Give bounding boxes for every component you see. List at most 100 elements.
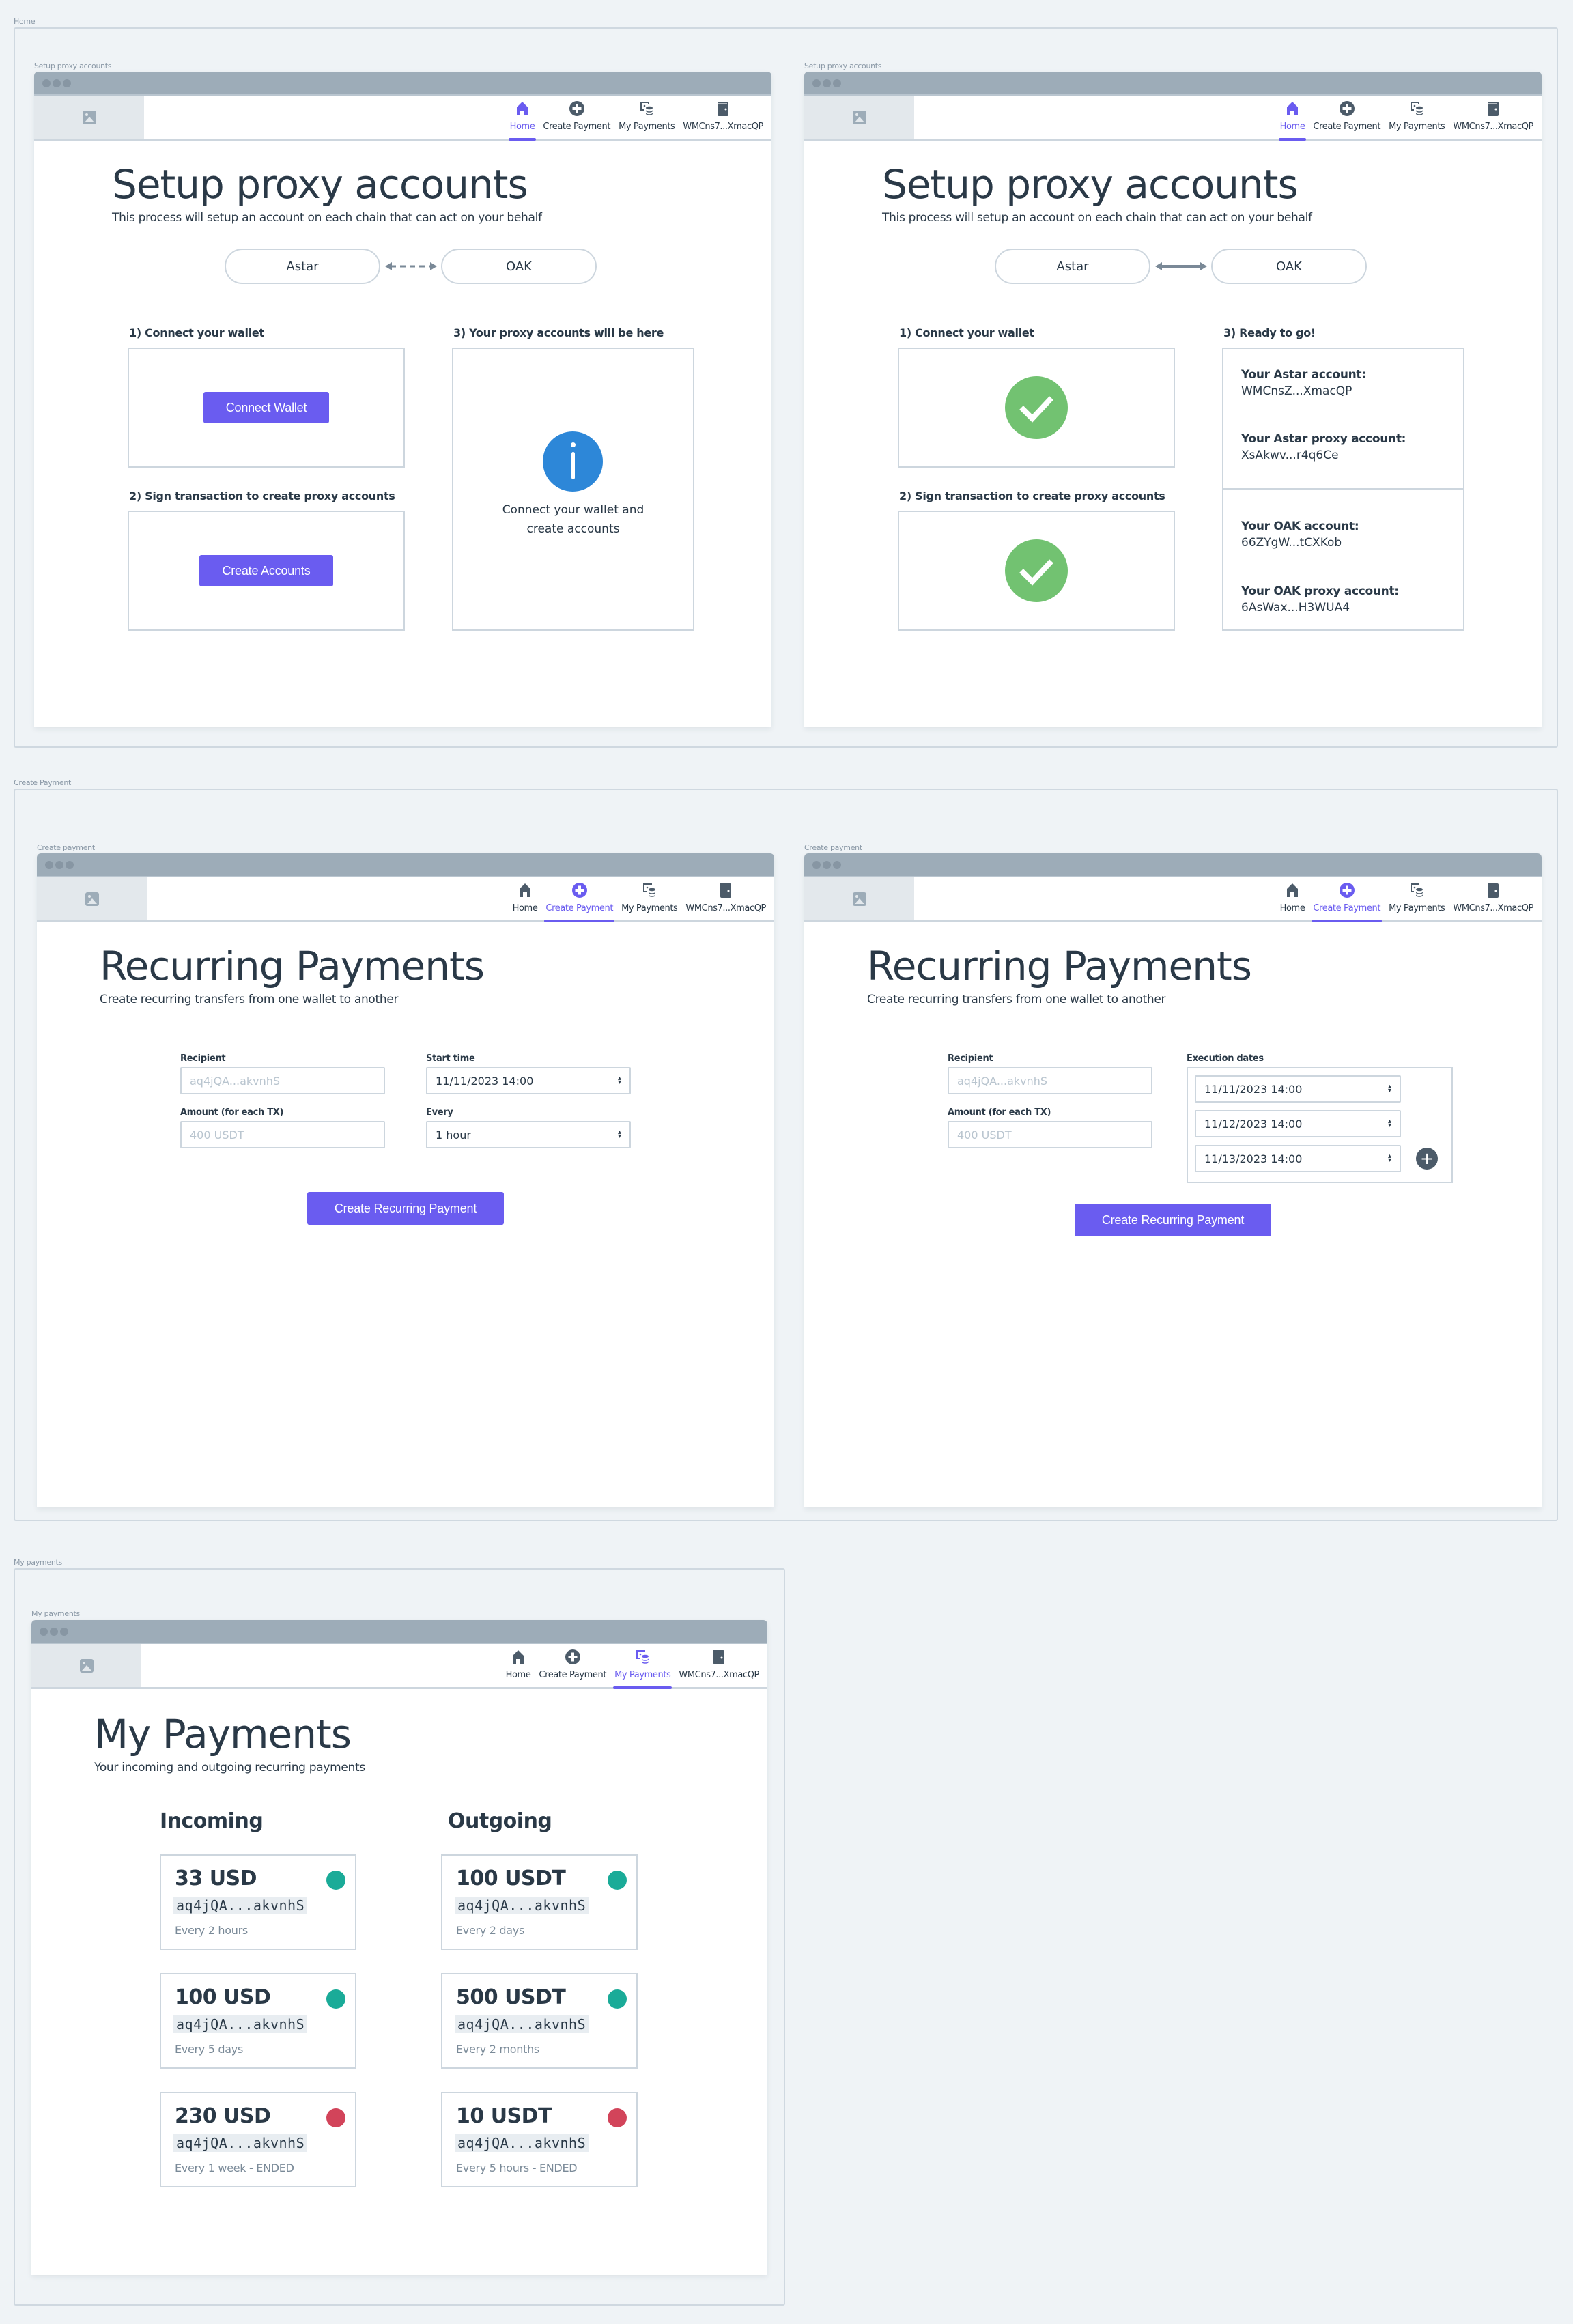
- logo[interactable]: [37, 877, 147, 920]
- payment-card[interactable]: 100 USD aq4jQA...akvnhS Every 5 days: [160, 1973, 356, 2069]
- logo[interactable]: [31, 1644, 141, 1687]
- nav-create-payment[interactable]: Create Payment: [535, 1642, 610, 1687]
- amount-label: Amount (for each TX): [180, 1107, 284, 1118]
- status-dot-icon: [326, 1871, 345, 1890]
- image-placeholder-icon: [82, 110, 96, 124]
- home-icon: [516, 881, 534, 899]
- payment-address: aq4jQA...akvnhS: [173, 2134, 308, 2152]
- execution-date-select[interactable]: 11/13/2023 14:00 ▴ ▾: [1195, 1145, 1401, 1172]
- nav-create-payment[interactable]: Create Payment: [1309, 94, 1385, 139]
- payment-card[interactable]: 500 USDT aq4jQA...akvnhS Every 2 months: [441, 1973, 638, 2069]
- connect-wallet-button[interactable]: Connect Wallet: [203, 392, 329, 423]
- amount-label: Amount (for each TX): [948, 1107, 1051, 1118]
- nav-wallet-label: WMCns7...XmacQP: [683, 122, 763, 132]
- updown-arrows-icon: ▴ ▾: [617, 1129, 621, 1140]
- create-recurring-payment-button[interactable]: Create Recurring Payment: [307, 1192, 504, 1225]
- account-value: 6AsWax...H3WUA4: [1241, 601, 1350, 614]
- logo[interactable]: [804, 96, 914, 139]
- window-dot: [50, 1627, 58, 1636]
- nav-wallet[interactable]: WMCns7...XmacQP: [679, 94, 767, 139]
- nav-home[interactable]: Home: [1276, 94, 1309, 141]
- payment-card[interactable]: 10 USDT aq4jQA...akvnhS Every 5 hours - EN…: [441, 2092, 638, 2187]
- window-dot: [42, 79, 51, 87]
- nav-create-payment[interactable]: Create Payment: [541, 875, 617, 922]
- nav-my-payments[interactable]: My Payments: [1385, 875, 1449, 920]
- wallet-icon: [717, 881, 735, 899]
- logo[interactable]: [804, 877, 914, 920]
- frame-label-home: Home: [14, 17, 36, 26]
- updown-arrows-icon: ▴ ▾: [1387, 1152, 1391, 1164]
- nav-home[interactable]: Home: [1276, 875, 1309, 920]
- updown-arrows-icon: ▴ ▾: [1387, 1118, 1391, 1129]
- payment-address: aq4jQA...akvnhS: [173, 1897, 308, 1914]
- account-label: Your Astar proxy account:: [1241, 432, 1406, 446]
- recipient-input[interactable]: [180, 1067, 385, 1094]
- nav-create-payment-label: Create Payment: [1313, 903, 1381, 913]
- nav-create-payment[interactable]: Create Payment: [1309, 875, 1385, 922]
- nav-my-payments[interactable]: My Payments: [617, 875, 681, 920]
- nav-create-payment[interactable]: Create Payment: [539, 94, 614, 139]
- execution-date-select[interactable]: 11/11/2023 14:00 ▴ ▾: [1195, 1075, 1401, 1103]
- account-entry: Your Astar account: WMCnsZ...XmacQP: [1241, 368, 1366, 398]
- nav-wallet-label: WMCns7...XmacQP: [679, 1670, 759, 1680]
- plus-circle-icon: [1338, 881, 1356, 899]
- nav-wallet[interactable]: WMCns7...XmacQP: [1449, 94, 1537, 139]
- window-dot: [66, 860, 74, 869]
- payment-amount: 500 USDT: [456, 1985, 566, 2009]
- step3-box: Connect your wallet and create accounts: [452, 348, 694, 631]
- nav-my-payments[interactable]: My Payments: [1385, 94, 1449, 139]
- create-recurring-payment-button[interactable]: Create Recurring Payment: [1075, 1204, 1271, 1236]
- step2-title: 2) Sign transaction to create proxy acco…: [899, 490, 1165, 502]
- amount-input[interactable]: [948, 1121, 1152, 1148]
- window-titlebar: [804, 853, 1542, 877]
- recipient-label: Recipient: [948, 1053, 993, 1064]
- payment-card[interactable]: 100 USDT aq4jQA...akvnhS Every 2 days: [441, 1854, 638, 1950]
- step3-title: 3) Your proxy accounts will be here: [453, 326, 664, 339]
- nav-home-label: Home: [505, 1670, 531, 1680]
- window-titlebar: [37, 853, 774, 877]
- window-titlebar: [34, 72, 771, 96]
- updown-arrows-icon: ▴ ▾: [617, 1075, 621, 1086]
- logo[interactable]: [34, 96, 144, 139]
- wallet-icon: [710, 1648, 728, 1666]
- accounts-box: Your Astar account: WMCnsZ...XmacQP Your…: [1222, 348, 1464, 631]
- execution-date-value: 11/12/2023 14:00: [1204, 1117, 1303, 1131]
- start-time-select[interactable]: 11/11/2023 14:00 ▴ ▾: [426, 1067, 631, 1094]
- create-accounts-button[interactable]: Create Accounts: [199, 555, 333, 586]
- nav-home[interactable]: Home: [502, 1642, 535, 1687]
- image-placeholder-icon: [85, 892, 99, 906]
- nav-wallet[interactable]: WMCns7...XmacQP: [1449, 875, 1537, 920]
- account-value: 66ZYgW...tCXKob: [1241, 536, 1342, 550]
- nav-my-payments[interactable]: My Payments: [614, 94, 679, 139]
- payment-card[interactable]: 230 USD aq4jQA...akvnhS Every 1 week - END…: [160, 2092, 356, 2187]
- nav-my-payments[interactable]: My Payments: [610, 1642, 675, 1689]
- nav-home[interactable]: Home: [509, 875, 542, 920]
- nav-home[interactable]: Home: [506, 94, 539, 141]
- payment-frequency: Every 5 days: [175, 2043, 243, 2056]
- window-dot: [45, 860, 53, 869]
- nav-create-payment-label: Create Payment: [1313, 122, 1381, 132]
- step1-title: 1) Connect your wallet: [129, 326, 264, 339]
- account-entry: Your OAK account: 66ZYgW...tCXKob: [1241, 520, 1359, 550]
- every-select[interactable]: 1 hour ▴ ▾: [426, 1121, 631, 1148]
- amount-input[interactable]: [180, 1121, 385, 1148]
- payment-frequency: Every 2 days: [456, 1924, 524, 1937]
- step1-box: [898, 348, 1175, 468]
- recipient-input[interactable]: [948, 1067, 1152, 1094]
- execution-date-select[interactable]: 11/12/2023 14:00 ▴ ▾: [1195, 1110, 1401, 1137]
- info-line: create accounts: [526, 522, 620, 536]
- wallet-icon: [1484, 881, 1502, 899]
- payment-card[interactable]: 33 USD aq4jQA...akvnhS Every 2 hours: [160, 1854, 356, 1950]
- screen-label: Create payment: [37, 843, 95, 852]
- nav-wallet[interactable]: WMCns7...XmacQP: [681, 875, 770, 920]
- page-title: Recurring Payments: [867, 943, 1252, 989]
- payment-address: aq4jQA...akvnhS: [455, 1897, 589, 1914]
- nav-wallet[interactable]: WMCns7...XmacQP: [675, 1642, 763, 1687]
- nav-home-label: Home: [1279, 122, 1305, 132]
- my-payments-window: Home Create Payment My Payments WMCns7..…: [31, 1620, 767, 2275]
- add-date-button[interactable]: +: [1416, 1148, 1438, 1170]
- updown-arrows-icon: ▴ ▾: [1387, 1083, 1391, 1094]
- payment-amount: 100 USD: [175, 1985, 271, 2009]
- window-dot: [60, 1627, 68, 1636]
- window-dot: [40, 1627, 48, 1636]
